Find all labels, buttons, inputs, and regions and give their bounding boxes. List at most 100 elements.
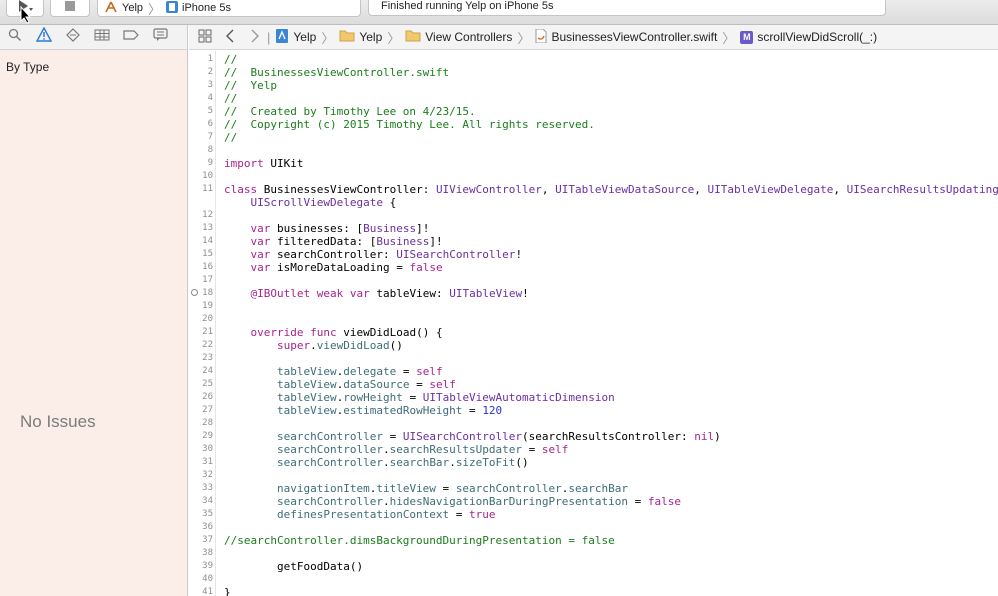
code-identifier: tableView [276, 365, 337, 378]
code-line[interactable]: 41} [189, 586, 998, 596]
line-number: 14 [202, 236, 213, 246]
scheme-device[interactable]: iPhone 5s [166, 0, 231, 16]
line-number: 35 [202, 509, 213, 519]
code-line[interactable]: 39 getFoodData() [189, 560, 998, 573]
code-line[interactable]: 30 searchController.searchResultsUpdater… [189, 443, 998, 456]
code-line[interactable]: 16 var isMoreDataLoading = false [189, 261, 998, 274]
line-code: searchController.hidesNavigationBarDurin… [224, 495, 681, 508]
code-line[interactable]: UIScrollViewDelegate { [189, 196, 998, 209]
code-identifier: dataSource [343, 378, 410, 391]
code-comment: // Copyright (c) 2015 Timothy Lee. All r… [224, 118, 595, 131]
code-line[interactable]: 7 // [189, 131, 998, 144]
report-navigator-tab[interactable] [152, 27, 168, 45]
line-number: 7 [207, 132, 213, 142]
code-keyword: false [647, 495, 681, 508]
code-identifier: definesPresentationContext [276, 508, 450, 521]
breakpoint-navigator-tab[interactable] [123, 29, 139, 45]
line-number: 28 [202, 418, 213, 428]
code-line[interactable]: 26 tableView.rowHeight = UITableViewAuto… [189, 391, 998, 404]
navigator-filter-mode[interactable]: By Type [0, 50, 187, 74]
code-type: UITableView [449, 287, 523, 300]
code-line[interactable]: 22 super.viewDidLoad() [189, 339, 998, 352]
code-text: . [310, 339, 317, 352]
code-line[interactable]: 33 navigationItem.titleView = searchCont… [189, 482, 998, 495]
stop-button[interactable] [50, 0, 90, 17]
code-line[interactable]: 5 // Created by Timothy Lee on 4/23/15. [189, 105, 998, 118]
code-line[interactable]: 28 [189, 417, 998, 430]
code-line[interactable]: 15 var searchController: UISearchControl… [189, 248, 998, 261]
code-comment: // [224, 131, 238, 144]
code-identifier: searchController [276, 495, 383, 508]
go-forward-button[interactable] [243, 29, 267, 46]
code-line[interactable]: 34 searchController.hidesNavigationBarDu… [189, 495, 998, 508]
code-comment: // [224, 53, 238, 66]
line-number: 27 [202, 405, 213, 415]
source-editor[interactable]: 1 // 2 // BusinessesViewController.swift 3 //… [189, 51, 998, 596]
related-items-button[interactable] [193, 29, 217, 46]
code-line[interactable]: 11 class BusinessesViewController: UIView… [189, 183, 998, 196]
crumb-group-view-controllers[interactable]: View Controllers [405, 29, 512, 45]
code-line[interactable]: 35 definesPresentationContext = true [189, 508, 998, 521]
scheme-target[interactable]: Yelp [104, 1, 143, 16]
code-keyword: self [541, 443, 569, 456]
code-line[interactable]: 14 var filteredData: [Business]! [189, 235, 998, 248]
code-text: , [833, 183, 847, 196]
code-line[interactable]: 32 [189, 469, 998, 482]
code-type: UITableViewAutomaticDimension [422, 391, 615, 404]
code-line[interactable]: 13 var businesses: [Business]! [189, 222, 998, 235]
crumb-group-yelp[interactable]: Yelp [339, 29, 382, 45]
code-line[interactable]: 10 [189, 170, 998, 183]
line-number: 29 [202, 431, 213, 441]
code-line[interactable]: 29 searchController = UISearchController… [189, 430, 998, 443]
code-line[interactable]: 37 //searchController.dimsBackgroundDurin… [189, 534, 998, 547]
code-line[interactable]: 36 [189, 521, 998, 534]
code-text: viewDidLoad() { [336, 326, 443, 339]
line-code: //searchController.dimsBackgroundDuringP… [224, 534, 615, 547]
code-line[interactable]: 31 searchController.searchBar.sizeToFit(… [189, 456, 998, 469]
scheme-selector[interactable]: Yelp 〉 iPhone 5s [97, 0, 361, 17]
code-line[interactable]: 40 [189, 573, 998, 586]
issue-navigator-tab[interactable] [35, 26, 53, 45]
debug-navigator-tab[interactable] [94, 29, 110, 45]
code-text: getFoodData() [224, 560, 364, 573]
code-line[interactable]: 17 [189, 274, 998, 287]
line-number: 12 [202, 210, 213, 220]
code-line[interactable]: 23 [189, 352, 998, 365]
crumb-file[interactable]: BusinessesViewController.swift [535, 28, 717, 46]
code-line[interactable]: 2 // BusinessesViewController.swift [189, 66, 998, 79]
code-line[interactable]: 21 override func viewDidLoad() { [189, 326, 998, 339]
project-icon [275, 28, 289, 46]
code-line[interactable]: 3 // Yelp [189, 79, 998, 92]
crumb-separator: 〉 [722, 30, 736, 46]
code-line[interactable]: 27 tableView.estimatedRowHeight = 120 [189, 404, 998, 417]
code-comment: //searchController.dimsBackgroundDuringP… [224, 534, 615, 547]
activity-status: Finished running Yelp on iPhone 5s [368, 0, 886, 16]
code-line[interactable]: 25 tableView.dataSource = self [189, 378, 998, 391]
code-identifier: hidesNavigationBarDuringPresentation [389, 495, 628, 508]
code-line[interactable]: 4 // [189, 92, 998, 105]
code-line[interactable]: 24 tableView.delegate = self [189, 365, 998, 378]
code-line[interactable]: 1 // [189, 53, 998, 66]
code-line[interactable]: 18 @IBOutlet weak var tableView: UITable… [189, 287, 998, 300]
go-back-button[interactable] [217, 29, 243, 46]
code-line[interactable]: 8 [189, 144, 998, 157]
code-line[interactable]: 9 import UIKit [189, 157, 998, 170]
code-text: { [382, 196, 397, 209]
code-line[interactable]: 38 [189, 547, 998, 560]
code-line[interactable]: 6 // Copyright (c) 2015 Timothy Lee. All … [189, 118, 998, 131]
code-keyword: var [250, 222, 271, 235]
code-line[interactable]: 12 [189, 209, 998, 222]
crumb-symbol[interactable]: M scrollViewDidScroll(_:) [740, 30, 877, 44]
code-line[interactable]: 19 [189, 300, 998, 313]
code-line[interactable]: 20 [189, 313, 998, 326]
test-navigator-tab[interactable] [65, 27, 81, 47]
line-number: 9 [207, 158, 213, 168]
crumb-project[interactable]: Yelp [275, 28, 316, 46]
code-keyword: self [416, 365, 443, 378]
find-navigator-tab[interactable] [7, 28, 23, 45]
diamond-icon [66, 27, 80, 47]
